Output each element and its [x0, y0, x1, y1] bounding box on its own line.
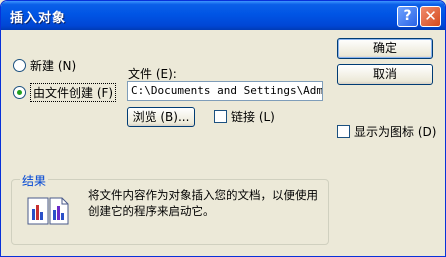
display-as-icon-checkbox[interactable]: 显示为图标 (D) — [337, 123, 436, 140]
file-label: 文件 (E): — [128, 67, 177, 81]
result-description: 将文件内容作为对象插入您的文档，以便使用创建它的程序来启动它。 — [88, 188, 318, 218]
embedded-documents-icon — [27, 197, 69, 225]
title-bar[interactable]: 插入对象 ? ✕ — [1, 1, 445, 30]
link-checkbox[interactable]: 链接 (L) — [214, 108, 275, 125]
radio-create-from-file-label: 由文件创建 (F) — [30, 83, 117, 102]
file-path-input[interactable]: C:\Documents and Settings\Admini — [127, 81, 323, 101]
insert-object-dialog: 插入对象 ? ✕ 新建 (N) 由文件创建 (F) 文件 (E): C:\Doc… — [0, 0, 446, 257]
checkbox-indicator — [337, 125, 350, 138]
help-icon: ? — [403, 8, 412, 24]
radio-indicator-selected — [13, 86, 26, 99]
close-icon: ✕ — [424, 7, 437, 25]
close-button[interactable]: ✕ — [420, 6, 441, 27]
radio-indicator — [13, 59, 26, 72]
link-checkbox-label: 链接 (L) — [231, 110, 275, 124]
cancel-button[interactable]: 取消 — [337, 64, 433, 85]
radio-create-new[interactable]: 新建 (N) — [13, 57, 76, 74]
help-button[interactable]: ? — [397, 6, 418, 27]
radio-create-from-file[interactable]: 由文件创建 (F) — [13, 83, 117, 102]
display-as-icon-label: 显示为图标 (D) — [354, 125, 437, 139]
radio-create-new-label: 新建 (N) — [30, 59, 77, 73]
window-title: 插入对象 — [10, 11, 67, 26]
browse-button[interactable]: 浏览 (B)... — [127, 107, 195, 127]
ok-button[interactable]: 确定 — [337, 38, 433, 59]
result-group-title: 结果 — [20, 172, 49, 189]
checkbox-indicator — [214, 110, 227, 123]
